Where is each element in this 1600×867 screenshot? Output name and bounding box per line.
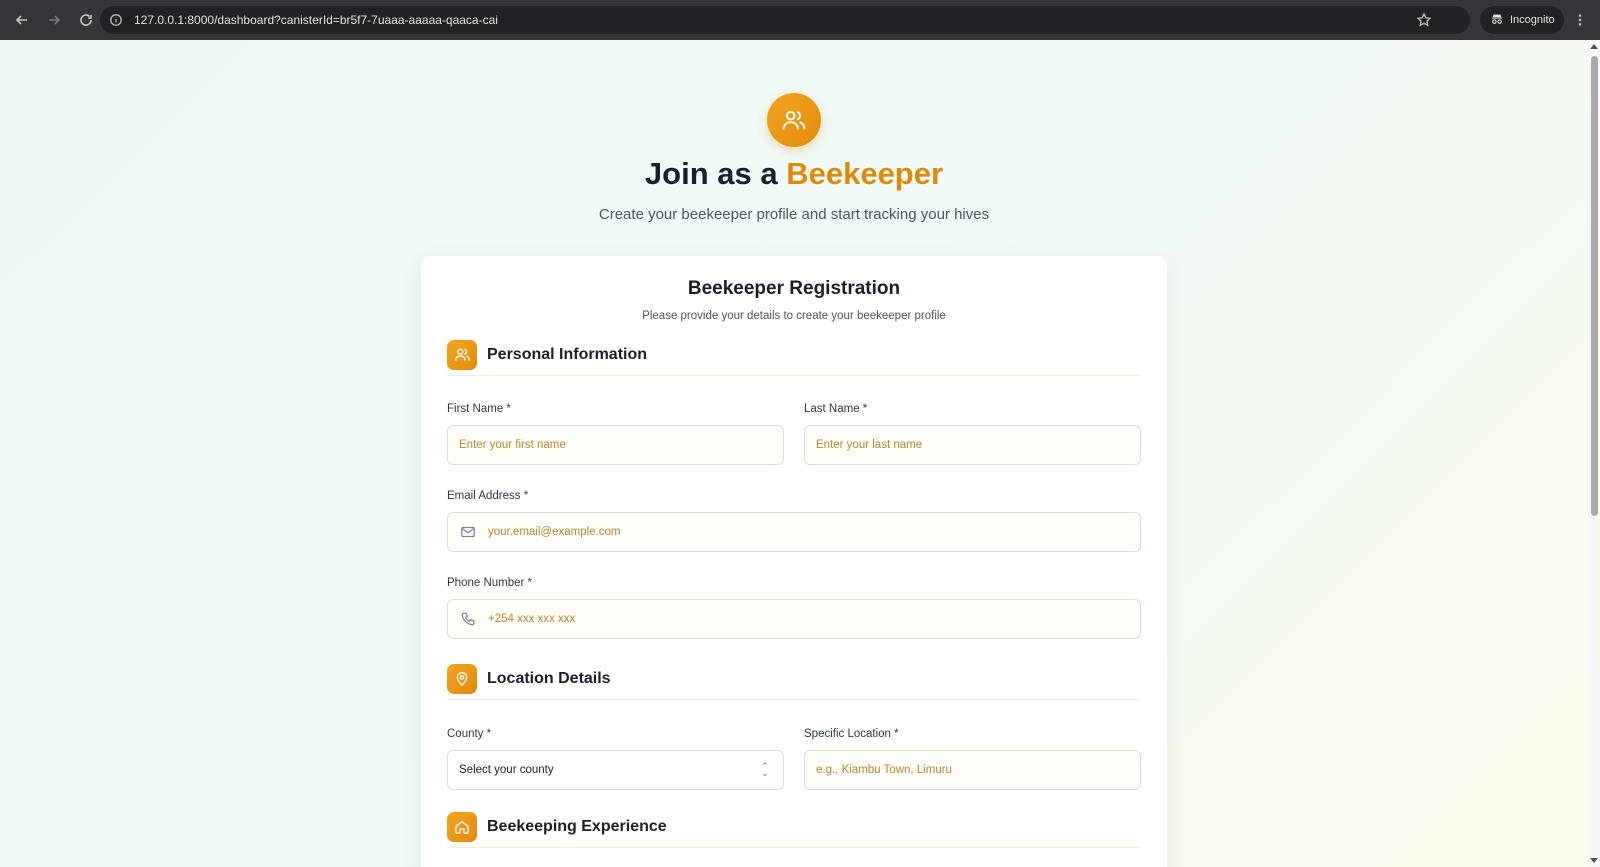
county-select[interactable]: Select your county ⌃ ⌄: [447, 750, 784, 790]
site-info-icon[interactable]: [108, 12, 124, 28]
personal-info-heading: Personal Information: [487, 345, 648, 363]
specific-location-placeholder: e.g., Kiambu Town, Limuru: [816, 764, 952, 776]
more-menu-icon[interactable]: [1572, 10, 1588, 30]
last-name-placeholder: Enter your last name: [816, 439, 923, 451]
email-placeholder: your.email@example.com: [488, 526, 621, 538]
users-icon: [447, 339, 477, 370]
arrow-left-icon: [15, 15, 27, 25]
phone-placeholder: +254 xxx xxx xxx: [488, 613, 576, 625]
bookmark-star-icon[interactable]: [1416, 12, 1432, 28]
experience-heading: Beekeeping Experience: [487, 817, 667, 835]
map-pin-icon: [447, 663, 477, 694]
location-header: Location Details: [447, 663, 1141, 700]
first-name-input[interactable]: Enter your first name: [447, 425, 784, 465]
url-text[interactable]: 127.0.0.1:8000/dashboard?canisterId=br5f…: [134, 13, 498, 27]
phone-label: Phone Number *: [447, 577, 533, 589]
personal-info-header: Personal Information: [447, 339, 1141, 376]
mail-icon: [459, 523, 477, 541]
card-subtitle: Please provide your details to create yo…: [642, 310, 946, 322]
first-name-label: First Name *: [447, 403, 511, 415]
phone-icon: [459, 610, 477, 628]
email-label: Email Address *: [447, 490, 529, 502]
page-title-accent: Beekeeper: [786, 156, 944, 191]
email-input[interactable]: your.email@example.com: [447, 512, 1141, 552]
address-bar[interactable]: 127.0.0.1:8000/dashboard?canisterId=br5f…: [100, 6, 1470, 34]
registration-card: Beekeeper Registration Please provide yo…: [421, 256, 1167, 867]
location-heading: Location Details: [487, 669, 611, 687]
reload-icon: [80, 14, 92, 26]
experience-header: Beekeeping Experience: [447, 811, 1141, 848]
incognito-badge[interactable]: Incognito: [1480, 6, 1564, 34]
page-scrollbar[interactable]: [1588, 40, 1600, 867]
last-name-input[interactable]: Enter your last name: [804, 425, 1141, 465]
browser-toolbar: 127.0.0.1:8000/dashboard?canisterId=br5f…: [0, 0, 1600, 40]
scrollbar-thumb[interactable]: [1591, 56, 1598, 516]
county-label: County *: [447, 728, 492, 740]
page-title: Join as a Beekeeper: [0, 156, 1588, 192]
page-title-prefix: Join as a: [644, 156, 787, 191]
incognito-icon: [1490, 12, 1504, 29]
incognito-label: Incognito: [1510, 14, 1555, 26]
card-title: Beekeeper Registration: [687, 278, 901, 299]
forward-button[interactable]: [40, 6, 68, 34]
phone-input[interactable]: +254 xxx xxx xxx: [447, 599, 1141, 639]
specific-location-input[interactable]: e.g., Kiambu Town, Limuru: [804, 750, 1141, 790]
scroll-up-arrow-icon[interactable]: [1590, 44, 1598, 49]
last-name-label: Last Name *: [804, 403, 868, 415]
county-selected-value: Select your county: [459, 764, 554, 776]
page-subtitle: Create your beekeeper profile and start …: [598, 206, 990, 223]
select-chevron-icon: ⌃ ⌄: [761, 761, 769, 778]
specific-location-label: Specific Location *: [804, 728, 899, 740]
scroll-down-arrow-icon[interactable]: [1590, 858, 1598, 863]
page-viewport: Join as a Beekeeper Create your beekeepe…: [0, 40, 1588, 867]
back-button[interactable]: [8, 6, 36, 34]
users-hero-icon: [767, 93, 821, 147]
home-icon: [447, 811, 477, 842]
arrow-right-icon: [49, 15, 61, 25]
first-name-placeholder: Enter your first name: [459, 439, 566, 451]
reload-button[interactable]: [72, 6, 100, 34]
